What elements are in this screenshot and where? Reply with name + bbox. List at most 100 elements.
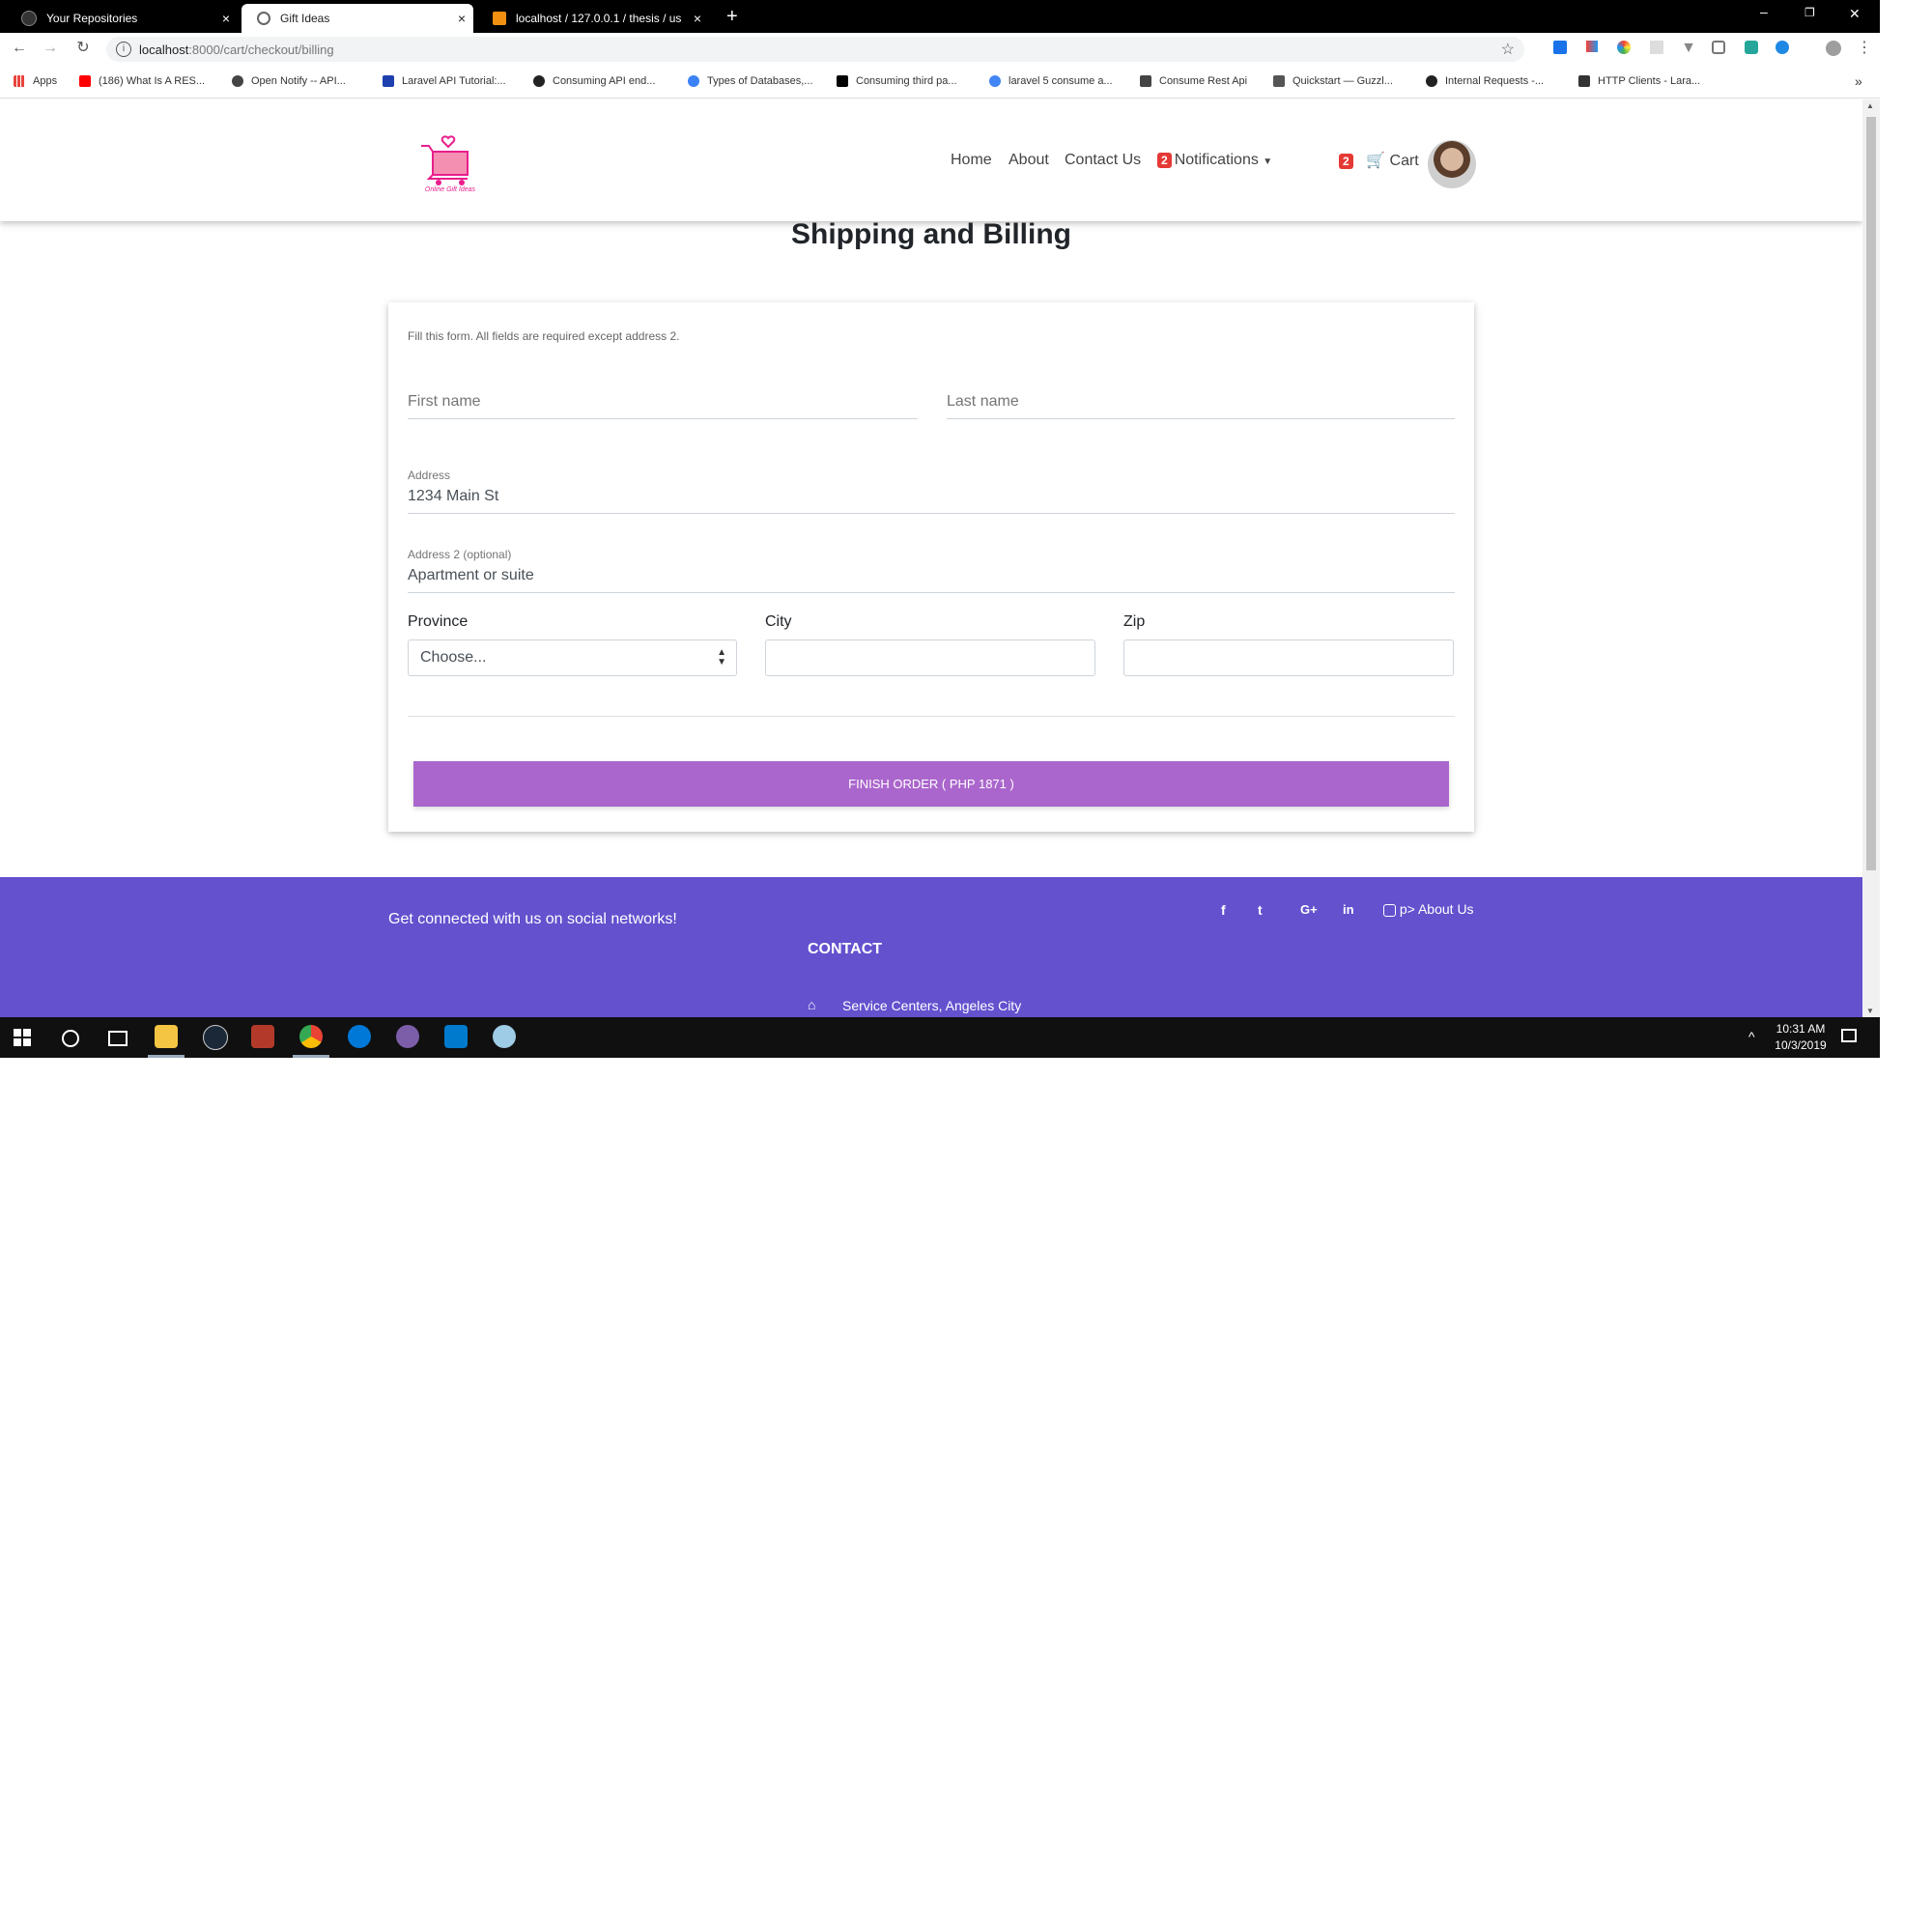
bookmark-label: Types of Databases,... (707, 75, 813, 87)
extension-blank-icon[interactable] (1650, 41, 1663, 54)
extension-download-icon[interactable] (1776, 41, 1789, 54)
nav-notifications-dropdown[interactable]: 2 Notifications ▼ (1157, 152, 1272, 169)
info-icon[interactable]: i (116, 42, 131, 57)
cortana-search-icon[interactable] (62, 1030, 79, 1047)
url-text[interactable]: localhost:8000/cart/checkout/billing (139, 43, 334, 57)
bookmark-label: Consume Rest Api (1159, 75, 1248, 87)
bookmark-item[interactable]: Consume Rest Api (1140, 75, 1247, 87)
scrollbar-thumb[interactable] (1866, 117, 1876, 870)
nav-link-contact-us[interactable]: Contact Us (1065, 152, 1141, 169)
google-plus-icon[interactable]: G+ (1300, 902, 1318, 917)
province-select[interactable]: Choose... ▲ ▼ (408, 639, 737, 676)
vscode-icon[interactable] (444, 1025, 468, 1048)
page-scrollbar[interactable]: ▲ ▼ (1862, 99, 1880, 1017)
site-logo[interactable]: Online Gift Ideas (415, 134, 485, 196)
browser-tab-strip: Your Repositories × Gift Ideas × localho… (0, 0, 1880, 33)
close-tab-icon[interactable]: × (458, 11, 466, 26)
close-tab-icon[interactable]: × (694, 11, 701, 26)
bookmark-label: Apps (33, 75, 58, 87)
book-icon (1578, 75, 1590, 87)
instagram-icon (1383, 903, 1396, 917)
edge-icon[interactable] (348, 1025, 371, 1048)
bookmark-apps[interactable]: Apps (14, 75, 57, 87)
restore-button[interactable]: ❐ (1804, 6, 1815, 19)
bookmark-item[interactable]: HTTP Clients - Lara... (1578, 75, 1700, 87)
task-view-icon[interactable] (108, 1031, 128, 1046)
close-tab-icon[interactable]: × (222, 11, 230, 26)
taskbar-date[interactable]: 10/3/2019 (1772, 1038, 1830, 1052)
more-bookmarks-icon[interactable]: » (1855, 73, 1862, 89)
form-divider (408, 716, 1455, 717)
city-input[interactable] (765, 639, 1095, 676)
tab-gift-ideas[interactable]: Gift Ideas × (242, 4, 473, 33)
reload-icon[interactable]: ↻ (75, 41, 91, 56)
instagram-link[interactable]: p> About Us (1383, 901, 1474, 917)
extension-grammar-icon[interactable] (1745, 41, 1758, 54)
menu-kebab-icon[interactable]: ⋮ (1857, 41, 1872, 56)
zip-input[interactable] (1123, 639, 1454, 676)
file-explorer-icon[interactable] (155, 1025, 178, 1048)
address-bar[interactable]: i localhost:8000/cart/checkout/billing ☆ (106, 37, 1524, 62)
address2-field[interactable]: Apartment or suite (408, 567, 534, 584)
nav-cart-link[interactable]: 2 🛒 Cart (1339, 151, 1419, 170)
bookmark-item[interactable]: Quickstart — Guzzl... (1273, 75, 1393, 87)
last-name-field[interactable]: Last name (947, 393, 1019, 411)
action-center-icon[interactable] (1841, 1029, 1857, 1042)
bookmark-item[interactable]: Internal Requests -... (1426, 75, 1544, 87)
tab-phpmyadmin[interactable]: localhost / 127.0.0.1 / thesis / us × (477, 4, 709, 33)
scroll-down-arrow-icon[interactable]: ▼ (1866, 1007, 1874, 1015)
site-navbar: Online Gift Ideas Home About Contact Us … (0, 99, 1862, 221)
windows-start-icon[interactable] (14, 1029, 31, 1046)
bookmark-item[interactable]: Types of Databases,... (688, 75, 812, 87)
tab-your-repositories[interactable]: Your Repositories × (6, 4, 238, 33)
bookmark-item[interactable]: laravel 5 consume a... (989, 75, 1113, 87)
bookmark-item[interactable]: Open Notify -- API... (232, 75, 346, 87)
steam-icon[interactable] (203, 1025, 228, 1050)
extension-vue-icon[interactable]: ▼ (1681, 41, 1696, 56)
user-avatar[interactable] (1428, 140, 1476, 188)
youtube-icon (79, 75, 91, 87)
twitter-icon[interactable]: t (1258, 902, 1263, 918)
bookmark-item[interactable]: Laravel API Tutorial:... (383, 75, 506, 87)
bookmark-label: Laravel API Tutorial:... (402, 75, 506, 87)
chrome-icon[interactable] (299, 1025, 323, 1048)
bookmark-label: (186) What Is A RES... (99, 75, 206, 87)
purple-app-icon[interactable] (396, 1025, 419, 1048)
tab-title: Your Repositories (46, 12, 138, 25)
browser-toolbar: ← → ↻ i localhost:8000/cart/checkout/bil… (0, 33, 1880, 66)
medium-icon (837, 75, 848, 87)
billing-form-card: Fill this form. All fields are required … (388, 302, 1474, 832)
bookmark-item[interactable]: Consuming third pa... (837, 75, 957, 87)
finish-order-button[interactable]: FINISH ORDER ( PHP 1871 ) (413, 761, 1449, 807)
first-name-field[interactable]: First name (408, 393, 481, 411)
game-app-icon[interactable] (251, 1025, 274, 1048)
form-instructions: Fill this form. All fields are required … (408, 329, 680, 343)
close-window-button[interactable]: ✕ (1849, 6, 1861, 22)
address-field[interactable]: 1234 Main St (408, 488, 498, 505)
nav-link-home[interactable]: Home (951, 152, 992, 169)
facebook-icon[interactable]: f (1221, 902, 1226, 918)
address2-label: Address 2 (optional) (408, 548, 512, 561)
new-tab-button[interactable]: + (726, 6, 738, 28)
paint-app-icon[interactable] (493, 1025, 516, 1048)
active-app-indicator (148, 1055, 185, 1058)
back-arrow-icon[interactable]: ← (12, 41, 27, 56)
extension-cast-icon[interactable] (1712, 41, 1725, 54)
taskbar-time[interactable]: 10:31 AM (1772, 1022, 1830, 1036)
show-hidden-icons-icon[interactable]: ^ (1748, 1029, 1755, 1044)
extension-chart-icon[interactable] (1586, 41, 1598, 52)
extension-color-icon[interactable] (1617, 41, 1631, 54)
extension-checklist-icon[interactable] (1553, 41, 1567, 54)
bookmark-label: Internal Requests -... (1445, 75, 1545, 87)
scroll-up-arrow-icon[interactable]: ▲ (1866, 101, 1874, 110)
linkedin-icon[interactable]: in (1343, 902, 1354, 917)
bookmark-item[interactable]: (186) What Is A RES... (79, 75, 205, 87)
windows-taskbar: ^ 10:31 AM 10/3/2019 (0, 1017, 1880, 1058)
bookmark-item[interactable]: Consuming API end... (533, 75, 655, 87)
bookmark-star-icon[interactable]: ☆ (1501, 40, 1515, 59)
profile-avatar-icon[interactable] (1826, 41, 1841, 56)
forward-arrow-icon[interactable]: → (43, 41, 58, 56)
nav-link-about[interactable]: About (1009, 152, 1049, 169)
paper-plane-icon (1140, 75, 1151, 87)
minimize-button[interactable]: – (1760, 4, 1768, 19)
